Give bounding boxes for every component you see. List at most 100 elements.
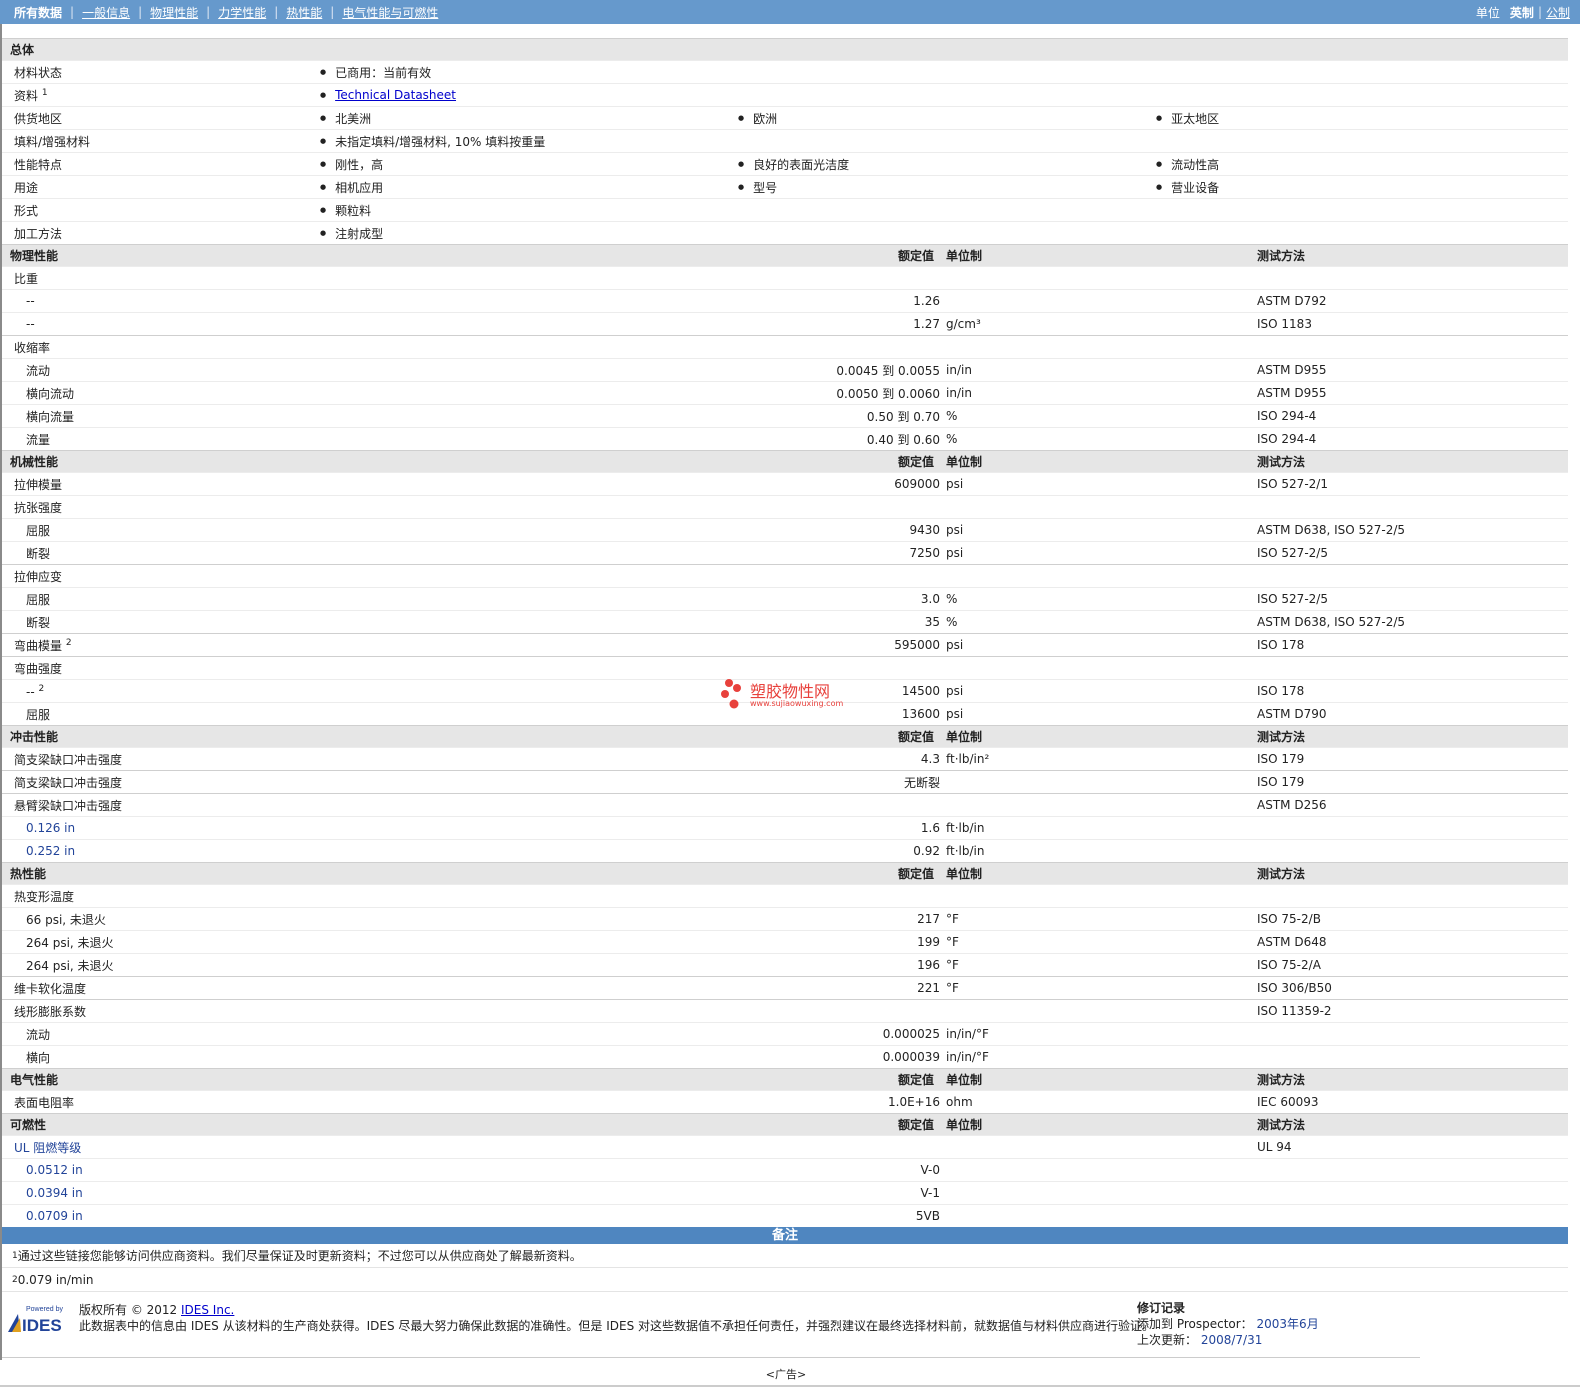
ides-logo-text: IDES <box>22 1316 62 1334</box>
property-value: 0.000025 <box>882 1027 940 1041</box>
property-row: -- 1.26 ASTM D792 <box>2 289 1568 312</box>
property-row: 简支梁缺口冲击强度 无断裂 ISO 179 <box>2 770 1568 793</box>
property-unit: °F <box>946 958 959 972</box>
property-row: -- 1.27 g/cm³ ISO 1183 <box>2 312 1568 335</box>
bullet-item: 注射成型 <box>320 225 383 242</box>
property-label: 热变形温度 <box>14 889 75 904</box>
property-value: 221 <box>917 981 940 995</box>
revision-title: 修订记录 <box>1137 1301 1186 1315</box>
footnote-ref: 2 <box>65 637 72 648</box>
updated-value: 2008/7/31 <box>1200 1333 1263 1347</box>
ides-link[interactable]: IDES Inc. <box>181 1303 234 1317</box>
property-row: 悬臂梁缺口冲击强度 ASTM D256 <box>2 793 1568 816</box>
property-label: 横向流动 <box>26 386 75 401</box>
unit-metric-link[interactable]: 公制 <box>1546 4 1570 21</box>
column-header-nominal: 额定值 <box>898 249 935 263</box>
property-row: 流动 0.000025 in/in/°F <box>2 1022 1568 1045</box>
nav-all-data[interactable]: 所有数据 <box>14 4 62 21</box>
property-label: 收缩率 <box>14 340 51 355</box>
footer-divider <box>2 1357 1420 1358</box>
nav-thermal[interactable]: 热性能 <box>286 4 322 21</box>
section-header-flammability: 可燃性 额定值 单位制 测试方法 <box>2 1113 1568 1135</box>
added-value: 2003年6月 <box>1256 1317 1319 1331</box>
updated-line: 上次更新： 2008/7/31 <box>1137 1332 1319 1348</box>
ad-label[interactable]: <广告> <box>0 1366 1572 1382</box>
property-label: 屈服 <box>26 523 51 538</box>
nav-mechanical[interactable]: 力学性能 <box>218 4 266 21</box>
property-unit: °F <box>946 912 959 926</box>
property-label: 流动 <box>26 363 51 378</box>
property-value: 13600 <box>901 707 940 721</box>
footer-text: 版权所有 © 2012 IDES Inc. 此数据表中的信息由 IDES 从该材… <box>79 1302 1154 1334</box>
property-label: 悬臂梁缺口冲击强度 <box>14 798 123 813</box>
property-label: 264 psi, 未退火 <box>26 935 114 950</box>
property-row: 断裂 35% ASTM D638, ISO 527-2/5 <box>2 610 1568 633</box>
property-label: 0.126 in <box>26 821 76 835</box>
bullet-item: 已商用：当前有效 <box>320 64 431 81</box>
property-unit: psi <box>946 684 964 698</box>
unit-english[interactable]: 英制 <box>1510 4 1534 21</box>
bullet-item: 型号 <box>738 179 777 196</box>
general-row: 填料/增强材料 未指定填料/增强材料, 10% 填料按重量 <box>2 129 1568 152</box>
column-header-method: 测试方法 <box>1257 1073 1306 1087</box>
property-value: 1.26 <box>913 294 940 308</box>
nav-physical[interactable]: 物理性能 <box>150 4 198 21</box>
property-row: 断裂 7250 psi ISO 527-2/5 <box>2 541 1568 564</box>
section-header-thermal: 热性能 额定值 单位制 测试方法 <box>2 862 1568 884</box>
property-label: 简支梁缺口冲击强度 <box>14 775 123 790</box>
section-header-electrical: 电气性能 额定值 单位制 测试方法 <box>2 1068 1568 1090</box>
property-value: 0.0045 到 0.0055 <box>836 363 940 378</box>
disclaimer-text: 此数据表中的信息由 IDES 从该材料的生产商处获得。IDES 尽最大努力确保此… <box>79 1319 1155 1333</box>
property-row: 收缩率 <box>2 335 1568 358</box>
property-label: 流动 <box>26 1027 51 1042</box>
property-label: 线形膨胀系数 <box>14 1004 87 1019</box>
footnote-ref: 1 <box>41 87 48 98</box>
column-header-method: 测试方法 <box>1257 867 1306 881</box>
test-method: ASTM D955 <box>1257 363 1327 377</box>
nav-electrical-flammability[interactable]: 电气性能与可燃性 <box>342 4 438 21</box>
watermark: 塑胶物性网 www.sujiaowuxing.com <box>720 676 850 712</box>
property-value: 0.0050 到 0.0060 <box>836 386 940 401</box>
bullet-item: 刚性，高 <box>320 156 383 173</box>
property-unit: psi <box>946 477 964 491</box>
property-row: 66 psi, 未退火 217 °F ISO 75-2/B <box>2 907 1568 930</box>
row-label: 资料 1 <box>14 87 48 103</box>
general-row: 资料 1 Technical Datasheet <box>2 83 1568 106</box>
row-label: 加工方法 <box>14 226 63 241</box>
property-row: 简支梁缺口冲击强度 4.3 ft·lb/in² ISO 179 <box>2 747 1568 770</box>
section-title: 物理性能 <box>10 249 59 263</box>
property-unit: psi <box>946 707 964 721</box>
property-label: 0.0512 in <box>26 1163 83 1177</box>
section-title: 机械性能 <box>10 455 59 469</box>
updated-label: 上次更新： <box>1137 1333 1198 1347</box>
test-method: ISO 294-4 <box>1257 409 1317 423</box>
property-unit: in/in <box>946 386 972 400</box>
column-header-unit: 单位制 <box>946 249 983 263</box>
column-header-unit: 单位制 <box>946 1073 983 1087</box>
property-label: 屈服 <box>26 592 51 607</box>
bullet-item: 北美洲 <box>320 110 371 127</box>
technical-datasheet-link[interactable]: Technical Datasheet <box>335 88 456 102</box>
property-row: 比重 <box>2 266 1568 289</box>
datasheet-content: 总体材料状态 已商用：当前有效资料 1 Technical Datasheet 供货地… <box>2 38 1568 1292</box>
row-label: 填料/增强材料 <box>14 134 91 149</box>
property-value: 1.0E+16 <box>888 1095 940 1109</box>
test-method: ASTM D792 <box>1257 294 1327 308</box>
row-label: 用途 <box>14 180 39 195</box>
property-value: 1.27 <box>913 317 940 331</box>
property-row: 0.0512 in V-0 <box>2 1158 1568 1181</box>
test-method: ISO 306/B50 <box>1257 981 1332 995</box>
section-nav: 所有数据 | 一般信息 | 物理性能 | 力学性能 | 热性能 | 电气性能与可… <box>14 4 439 21</box>
column-header-unit: 单位制 <box>946 455 983 469</box>
test-method: ASTM D638, ISO 527-2/5 <box>1257 523 1406 537</box>
test-method: ISO 527-2/1 <box>1257 477 1328 491</box>
nav-general-info[interactable]: 一般信息 <box>82 4 130 21</box>
property-row: 0.126 in 1.6 ft·lb/in <box>2 816 1568 839</box>
row-label: 性能特点 <box>14 157 63 172</box>
property-unit: psi <box>946 638 964 652</box>
property-label: -- <box>26 294 35 308</box>
property-row: UL 阻燃等级 UL 94 <box>2 1135 1568 1158</box>
test-method: ISO 179 <box>1257 775 1305 789</box>
test-method: ISO 75-2/B <box>1257 912 1321 926</box>
property-label: 比重 <box>14 271 39 286</box>
